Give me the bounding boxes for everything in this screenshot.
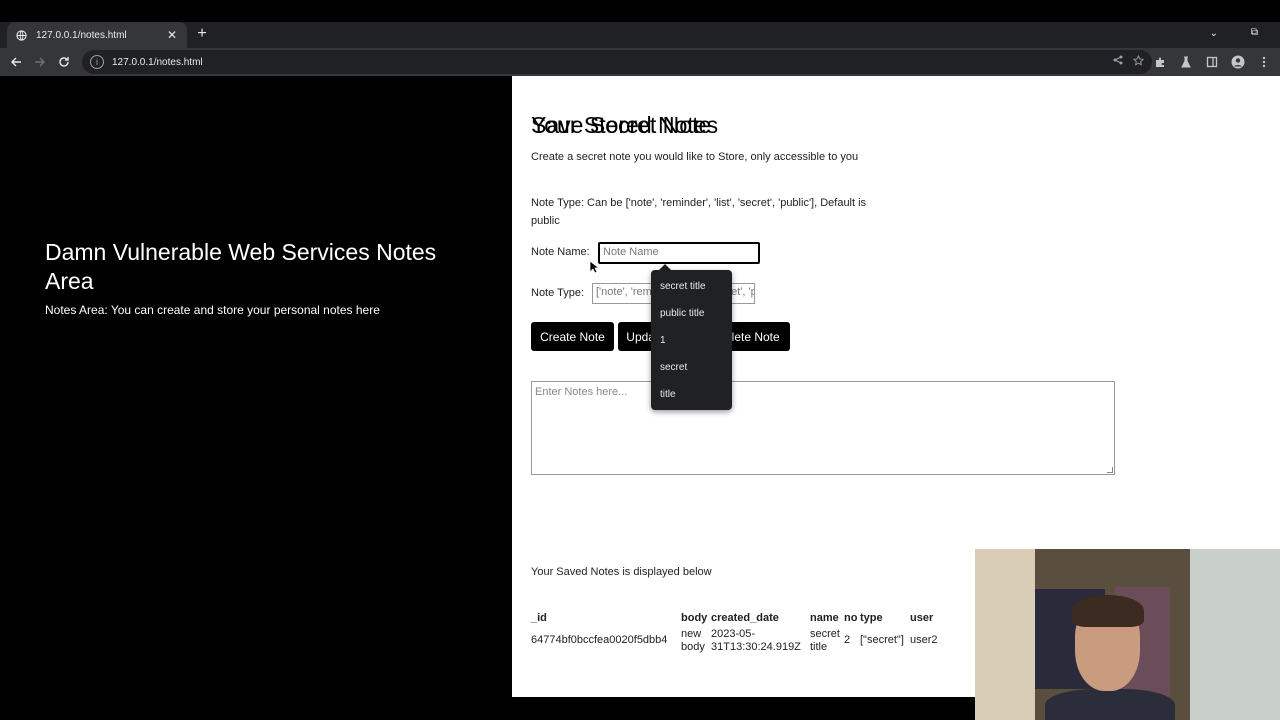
tab-search-icon[interactable]: ⌄ (1210, 28, 1218, 39)
notes-textarea[interactable]: Enter Notes here... (531, 381, 1115, 475)
share-icon[interactable] (1113, 55, 1123, 69)
webcam-person-hair (1072, 595, 1144, 627)
extensions-icon[interactable] (1148, 50, 1172, 74)
window-restore-icon[interactable]: ⧉ (1251, 27, 1258, 38)
autocomplete-item[interactable]: 1 (651, 332, 732, 359)
cell-created-date: 2023-05-31T13:30:24.919Z (711, 628, 801, 653)
autocomplete-item[interactable]: secret (651, 359, 732, 386)
webcam-overlay (975, 549, 1280, 720)
resize-handle[interactable] (1107, 467, 1113, 473)
column-header: _id (531, 612, 547, 624)
star-icon[interactable] (1132, 54, 1145, 69)
flask-icon[interactable] (1174, 50, 1198, 74)
globe-icon (15, 29, 27, 41)
autocomplete-item[interactable]: public title (651, 305, 732, 332)
mouse-cursor-icon (589, 260, 601, 274)
column-header: type (860, 612, 883, 624)
notes-placeholder: Enter Notes here... (535, 386, 628, 398)
menu-icon[interactable] (1252, 50, 1276, 74)
webcam-person-body (1045, 689, 1175, 720)
sidebar-subtitle: Notes Area: You can create and store you… (45, 303, 380, 317)
webcam-wall (975, 549, 1035, 720)
sidebar-title: Damn Vulnerable Web Services Notes Area (45, 239, 437, 294)
form-description: Create a secret note you would like to S… (531, 151, 859, 163)
sidepanel-icon[interactable] (1200, 50, 1224, 74)
forward-icon[interactable] (28, 50, 52, 74)
cell-body: new body (681, 628, 705, 653)
autocomplete-item[interactable]: secret title (651, 278, 732, 305)
address-bar[interactable]: i 127.0.0.1/notes.html (82, 50, 1152, 74)
autocomplete-dropdown: secret title public title 1 secret title (651, 270, 732, 410)
back-icon[interactable] (4, 50, 28, 74)
tab-strip: 127.0.0.1/notes.html ✕ + ⌄ ⧉ (0, 22, 1280, 48)
cell-id: 64774bf0bccfea0020f5dbb4 (531, 634, 668, 646)
cell-no: 2 (844, 634, 851, 646)
browser-toolbar: i 127.0.0.1/notes.html (0, 48, 1280, 76)
reload-icon[interactable] (52, 50, 76, 74)
url-text: 127.0.0.1/notes.html (112, 56, 203, 68)
note-type-label: Note Type: (531, 287, 584, 299)
tab-notes[interactable]: 127.0.0.1/notes.html ✕ (7, 22, 187, 48)
window-titlebar (0, 0, 1280, 22)
note-name-input[interactable]: Note Name (598, 242, 760, 264)
column-header: created_date (711, 612, 779, 624)
cell-user: user2 (910, 634, 938, 646)
create-note-button[interactable]: Create Note (531, 322, 614, 351)
sidebar: Damn Vulnerable Web Services Notes Area … (0, 76, 512, 720)
note-name-label: Note Name: (531, 246, 590, 258)
cell-name: secret title (810, 628, 840, 653)
note-type-description: Note Type: Can be ['note', 'reminder', '… (531, 197, 867, 227)
stored-notes-description: Your Saved Notes is displayed below (531, 566, 712, 578)
stored-notes-heading: Your Stored Notes (531, 112, 719, 138)
tab-title: 127.0.0.1/notes.html (36, 29, 127, 41)
column-header: user (910, 612, 934, 624)
profile-icon[interactable] (1226, 50, 1250, 74)
column-header: name (810, 612, 839, 624)
info-icon[interactable]: i (90, 55, 104, 69)
cell-type: ["secret"] (860, 634, 904, 646)
webcam-window (1190, 549, 1280, 720)
new-tab-button[interactable]: + (194, 26, 210, 42)
column-header: no (844, 612, 858, 624)
close-tab-icon[interactable]: ✕ (165, 28, 179, 42)
column-header: body (681, 612, 708, 624)
autocomplete-item[interactable]: title (651, 386, 732, 413)
